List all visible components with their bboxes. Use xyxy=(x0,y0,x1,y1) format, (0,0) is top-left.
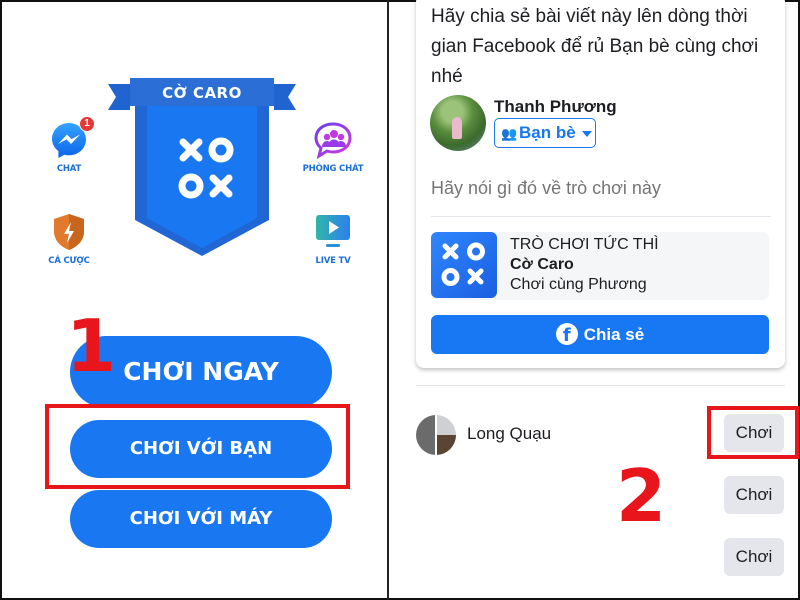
highlight-play-with-friend xyxy=(45,404,350,489)
step-1-label: 1 xyxy=(66,304,117,388)
ca-cuoc-shortcut[interactable]: CÁ CƯỢC xyxy=(24,212,114,266)
play-with-computer-button[interactable]: CHƠI VỚI MÁY xyxy=(70,490,332,548)
play-friend-button[interactable]: Chơi xyxy=(724,538,784,576)
game-name: Cờ Caro xyxy=(510,256,574,273)
group-chat-icon xyxy=(313,120,353,160)
co-caro-badge-logo: CỜ CARO xyxy=(108,78,296,256)
friends-icon: 👥 xyxy=(501,126,518,141)
notification-badge: 1 xyxy=(79,116,95,132)
live-tv-label: LIVE TV xyxy=(315,256,351,266)
user-name: Thanh Phương xyxy=(494,97,617,116)
game-subtitle: Chơi cùng Phương xyxy=(510,276,647,293)
messenger-icon: 1 xyxy=(49,116,95,160)
user-avatar xyxy=(430,95,486,151)
play-friend-button[interactable]: Chơi xyxy=(724,476,784,514)
highlight-play-button xyxy=(707,406,799,459)
comment-input[interactable] xyxy=(431,178,771,199)
audience-label: Bạn bè xyxy=(519,123,576,142)
share-button-label: Chia sẻ xyxy=(583,325,645,344)
chat-label: CHAT xyxy=(56,164,82,174)
input-underline xyxy=(431,216,771,217)
facebook-icon: f xyxy=(555,323,578,346)
live-tv-shortcut[interactable]: LIVE TV xyxy=(288,212,378,266)
chat-shortcut[interactable]: 1 CHAT xyxy=(24,116,114,174)
friend-name: Long Quạu xyxy=(467,424,552,443)
game-category: TRÒ CHƠI TỨC THÌ xyxy=(510,236,659,253)
share-message: Hãy chia sẻ bài viết này lên dòng thời g… xyxy=(431,6,759,87)
friend-avatar xyxy=(416,415,456,455)
caret-down-icon xyxy=(581,130,592,137)
share-button[interactable]: f Chia sẻ xyxy=(431,315,769,354)
tv-play-icon xyxy=(313,212,353,252)
badge-title: CỜ CARO xyxy=(162,84,242,102)
audience-selector[interactable]: 👥 Bạn bè xyxy=(494,118,596,148)
ca-cuoc-label: CÁ CƯỢC xyxy=(48,256,90,266)
game-thumbnail-icon xyxy=(431,232,497,298)
shield-lightning-icon xyxy=(49,212,89,252)
panel-divider xyxy=(387,0,389,600)
phong-chat-shortcut[interactable]: PHÒNG CHÁT xyxy=(288,120,378,174)
phong-chat-label: PHÒNG CHÁT xyxy=(302,164,364,174)
section-separator xyxy=(416,385,785,386)
share-dialog-card: Hãy chia sẻ bài viết này lên dòng thời g… xyxy=(416,0,785,368)
game-menu-panel: 1 CHAT PHÒNG CHÁT CÁ CƯỢC LIVE TV CỜ CAR… xyxy=(2,2,387,598)
step-2-label: 2 xyxy=(616,454,667,538)
game-preview[interactable]: TRÒ CHƠI TỨC THÌ Cờ Caro Chơi cùng Phươn… xyxy=(431,232,769,300)
